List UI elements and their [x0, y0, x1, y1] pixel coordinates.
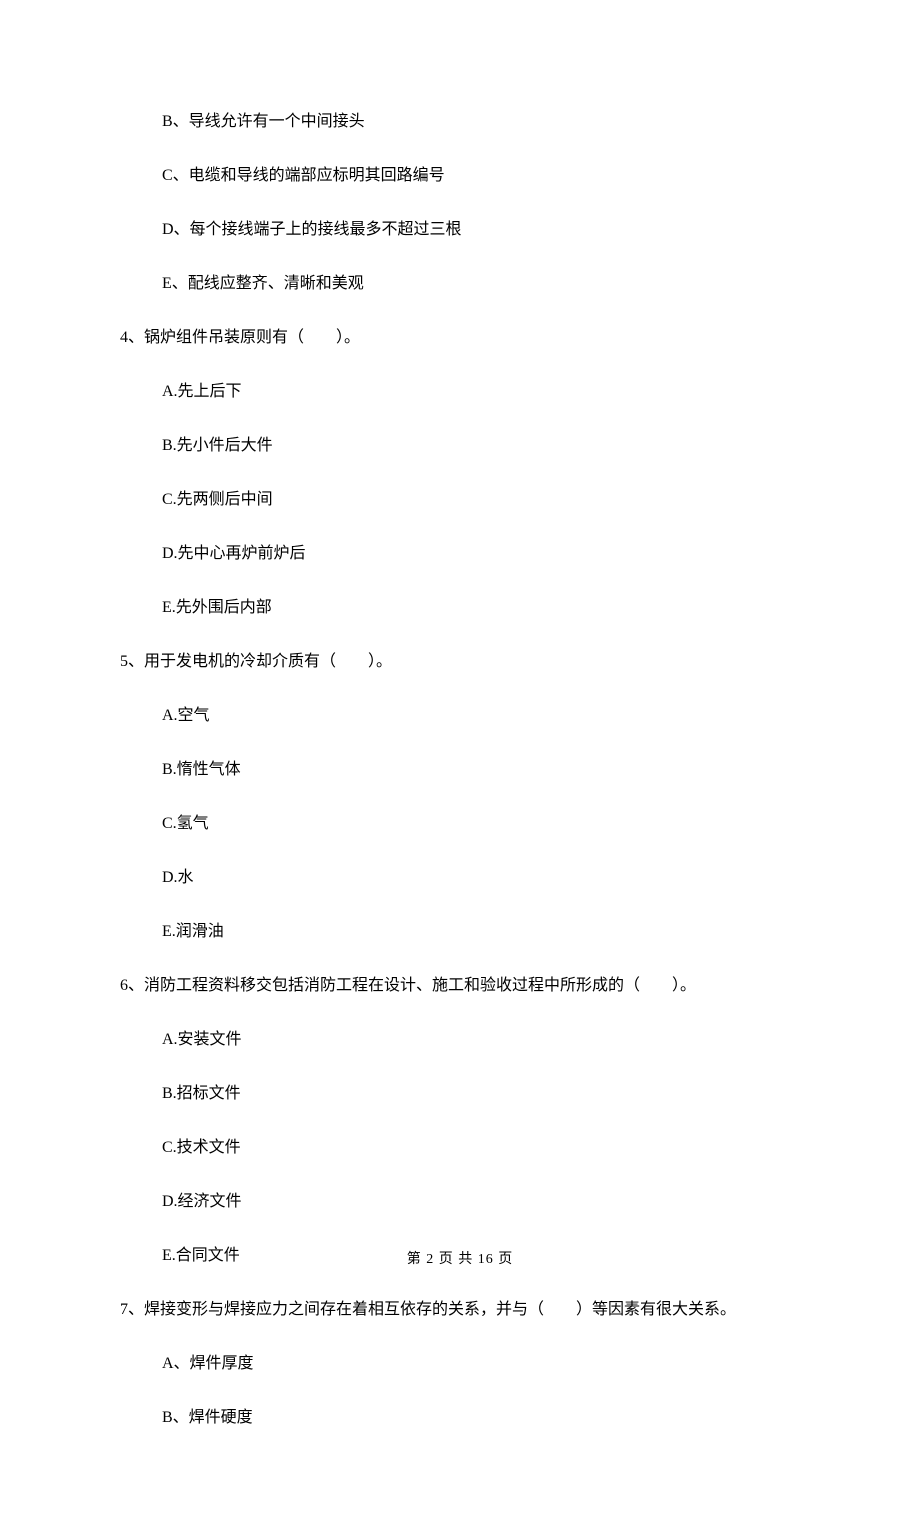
- page-footer: 第 2 页 共 16 页: [0, 1249, 920, 1270]
- q7-option-b: B、焊件硬度: [162, 1406, 800, 1430]
- q4-option-d: D.先中心再炉前炉后: [162, 542, 800, 566]
- option-b: B、导线允许有一个中间接头: [162, 110, 800, 134]
- q6-option-c: C.技术文件: [162, 1136, 800, 1160]
- q5-option-e: E.润滑油: [162, 920, 800, 944]
- q4-option-b: B.先小件后大件: [162, 434, 800, 458]
- q4-option-e: E.先外围后内部: [162, 596, 800, 620]
- question-5: 5、用于发电机的冷却介质有（ ）。: [120, 650, 800, 674]
- q5-option-c: C.氢气: [162, 812, 800, 836]
- option-d: D、每个接线端子上的接线最多不超过三根: [162, 218, 800, 242]
- q4-option-c: C.先两侧后中间: [162, 488, 800, 512]
- question-6: 6、消防工程资料移交包括消防工程在设计、施工和验收过程中所形成的（ ）。: [120, 974, 800, 998]
- q5-option-a: A.空气: [162, 704, 800, 728]
- question-4: 4、锅炉组件吊装原则有（ ）。: [120, 326, 800, 350]
- q6-option-d: D.经济文件: [162, 1190, 800, 1214]
- q6-option-b: B.招标文件: [162, 1082, 800, 1106]
- q7-option-a: A、焊件厚度: [162, 1352, 800, 1376]
- q4-option-a: A.先上后下: [162, 380, 800, 404]
- q5-option-d: D.水: [162, 866, 800, 890]
- q6-option-a: A.安装文件: [162, 1028, 800, 1052]
- document-page: B、导线允许有一个中间接头 C、电缆和导线的端部应标明其回路编号 D、每个接线端…: [0, 0, 920, 1520]
- option-e: E、配线应整齐、清晰和美观: [162, 272, 800, 296]
- option-c: C、电缆和导线的端部应标明其回路编号: [162, 164, 800, 188]
- q5-option-b: B.惰性气体: [162, 758, 800, 782]
